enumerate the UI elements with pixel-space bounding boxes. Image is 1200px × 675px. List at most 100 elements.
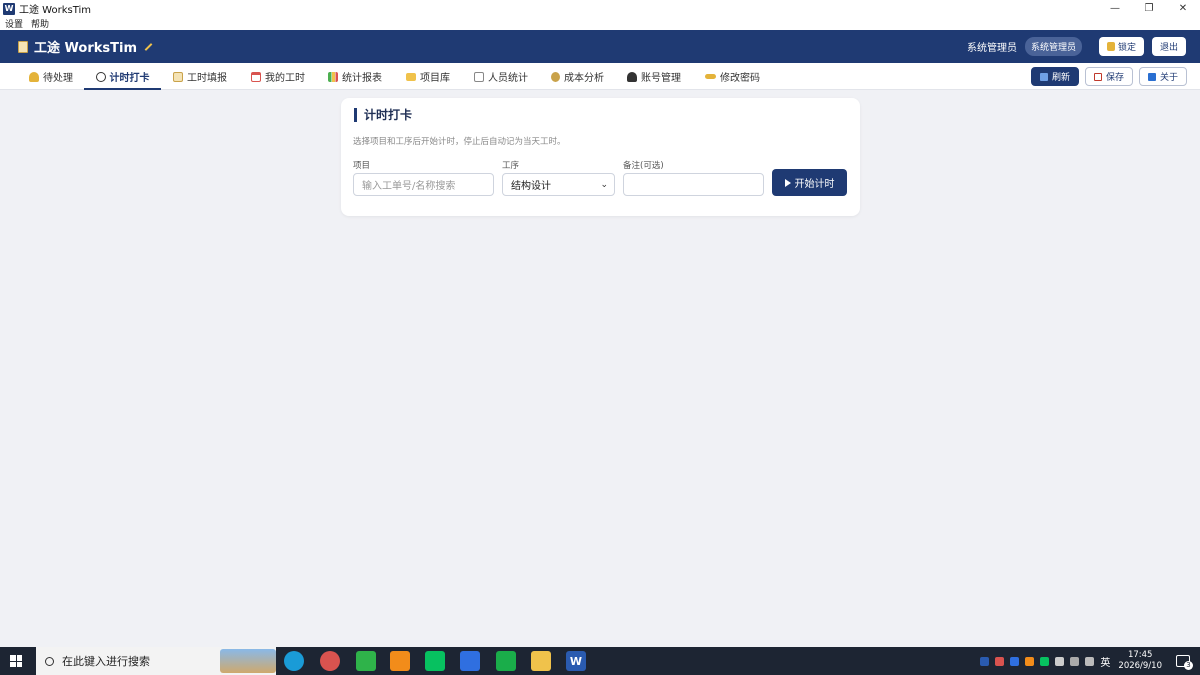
tab-accounts[interactable]: 账号管理 — [627, 63, 681, 90]
tab-staff-stats[interactable]: 人员统计 — [474, 63, 528, 90]
about-label: 关于 — [1159, 73, 1178, 83]
tray-app-icon[interactable] — [980, 656, 990, 666]
logout-button[interactable]: 退出 — [1151, 37, 1186, 56]
maximize-button[interactable]: ❐ — [1132, 0, 1166, 17]
card-title: 计时打卡 — [354, 108, 412, 122]
chat-app-icon[interactable] — [356, 651, 376, 671]
refresh-button[interactable]: 刷新 — [1030, 67, 1079, 86]
process-select[interactable]: 结构设计 ⌄ — [502, 173, 615, 196]
lock-label: 锁定 — [1117, 43, 1136, 53]
tab-label: 工时填报 — [187, 73, 227, 84]
tray-app-icon[interactable] — [1025, 656, 1035, 666]
tab-my-hours[interactable]: 我的工时 — [251, 63, 305, 90]
folder-icon — [406, 72, 416, 81]
workstim-taskbar-icon[interactable]: W — [566, 651, 586, 671]
windows-start-icon[interactable] — [10, 655, 22, 667]
calendar-icon — [251, 71, 261, 82]
tray-app-icon[interactable] — [1010, 656, 1020, 666]
wechat-icon[interactable] — [425, 651, 445, 671]
system-tray: 英 17:45 2026/9/10 3 — [980, 647, 1200, 675]
users-icon — [627, 71, 637, 82]
tab-label: 账号管理 — [641, 73, 681, 84]
save-button[interactable]: 保存 — [1084, 67, 1133, 86]
menubar: 设置 帮助 — [0, 17, 1200, 30]
tab-label: 成本分析 — [564, 73, 604, 84]
clipboard-icon — [18, 40, 28, 53]
tab-pending[interactable]: 待处理 — [29, 63, 73, 90]
toolbar: 刷新 保存 关于 — [1025, 67, 1187, 86]
save-label: 保存 — [1105, 73, 1124, 83]
tab-timer[interactable]: 计时打卡 — [84, 63, 161, 90]
user-role-text: 系统管理员 — [966, 43, 1017, 54]
menu-help[interactable]: 帮助 — [31, 17, 49, 30]
ime-indicator[interactable]: 英 — [1100, 654, 1110, 669]
tab-label: 统计报表 — [342, 73, 382, 84]
search-highlight-image — [220, 649, 276, 673]
money-bag-icon — [551, 71, 560, 82]
tab-label: 我的工时 — [265, 73, 305, 84]
window-controls: — ❐ ✕ — [1098, 0, 1200, 17]
tab-label: 修改密码 — [720, 73, 760, 84]
volume-icon[interactable] — [1085, 656, 1095, 666]
taskbar-search[interactable]: 在此键入进行搜索 — [36, 647, 276, 675]
app-icon: W — [3, 2, 15, 15]
key-icon — [705, 74, 716, 79]
minimize-button[interactable]: — — [1098, 0, 1132, 17]
note-input[interactable] — [623, 173, 764, 196]
tab-label: 项目库 — [420, 73, 450, 84]
floppy-icon — [1093, 72, 1102, 81]
pencil-icon — [144, 42, 153, 51]
start-timer-button[interactable]: 开始计时 — [772, 169, 847, 196]
brand: 工途 WorksTim — [18, 37, 153, 56]
brand-title: 工途 WorksTim — [34, 41, 137, 56]
memo-icon — [173, 71, 183, 82]
refresh-icon — [1039, 72, 1048, 81]
play-icon — [784, 178, 791, 187]
project-search-input[interactable]: 输入工单号/名称搜索 — [353, 173, 494, 196]
stopwatch-icon — [95, 71, 106, 82]
app-header: 工途 WorksTim 系统管理员 系统管理员 锁定 退出 — [0, 30, 1200, 63]
tab-cost-analysis[interactable]: 成本分析 — [551, 63, 604, 90]
lock-button[interactable]: 锁定 — [1098, 37, 1144, 56]
menu-settings[interactable]: 设置 — [5, 17, 23, 30]
logout-label: 退出 — [1159, 43, 1178, 53]
network-icon[interactable] — [1070, 656, 1080, 666]
tray-app-icon[interactable] — [995, 656, 1005, 666]
lock-icon — [1106, 42, 1115, 51]
card-description: 选择项目和工序后开始计时，停止后自动记为当天工时。 — [353, 137, 566, 147]
file-explorer-icon[interactable] — [531, 651, 551, 671]
taskbar-clock[interactable]: 17:45 2026/9/10 — [1118, 650, 1162, 672]
bell-icon — [29, 71, 39, 82]
notification-icon[interactable]: 3 — [1176, 655, 1193, 670]
process-label: 工序 — [502, 161, 520, 171]
info-icon — [1147, 72, 1156, 81]
clock-date: 2026/9/10 — [1118, 661, 1162, 671]
tab-label: 待处理 — [43, 73, 73, 84]
timer-card: 计时打卡 选择项目和工序后开始计时，停止后自动记为当天工时。 项目 输入工单号/… — [341, 98, 860, 216]
about-button[interactable]: 关于 — [1138, 67, 1187, 86]
tab-bar: 待处理 计时打卡 工时填报 我的工时 统计报表 项目库 人员统计 成本分析 账号… — [0, 63, 1200, 90]
tab-change-password[interactable]: 修改密码 — [705, 63, 760, 90]
chart-up-icon — [474, 71, 484, 82]
process-value: 结构设计 — [511, 181, 551, 192]
taskbar-search-text: 在此键入进行搜索 — [62, 655, 150, 668]
feishu-icon[interactable] — [460, 651, 480, 671]
project-label: 项目 — [353, 161, 371, 171]
browser-icon[interactable] — [320, 651, 340, 671]
edge-icon[interactable] — [284, 651, 304, 671]
project-placeholder: 输入工单号/名称搜索 — [362, 181, 456, 192]
window-title: 工途 WorksTim — [19, 5, 92, 16]
chevron-down-icon: ⌄ — [600, 179, 608, 190]
office-app-icon[interactable] — [390, 651, 410, 671]
search-icon — [45, 656, 54, 666]
tray-app-icon[interactable] — [1040, 656, 1050, 666]
tab-label: 计时打卡 — [109, 73, 150, 84]
close-button[interactable]: ✕ — [1166, 0, 1200, 17]
message-app-icon[interactable] — [496, 651, 516, 671]
battery-icon[interactable] — [1055, 656, 1065, 666]
clock-time: 17:45 — [1127, 650, 1153, 660]
tab-time-entry[interactable]: 工时填报 — [173, 63, 227, 90]
tab-reports[interactable]: 统计报表 — [328, 63, 382, 90]
tab-projects[interactable]: 项目库 — [406, 63, 450, 90]
refresh-label: 刷新 — [1051, 73, 1070, 83]
